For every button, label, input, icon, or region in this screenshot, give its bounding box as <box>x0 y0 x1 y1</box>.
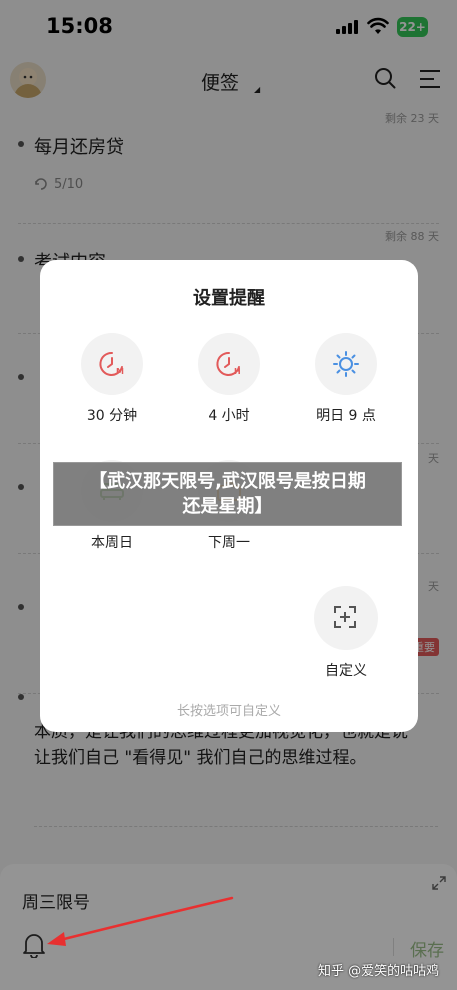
watermark: 知乎 @爱笑的咕咕鸡 <box>318 964 440 979</box>
annotation-arrow-icon <box>47 896 234 946</box>
